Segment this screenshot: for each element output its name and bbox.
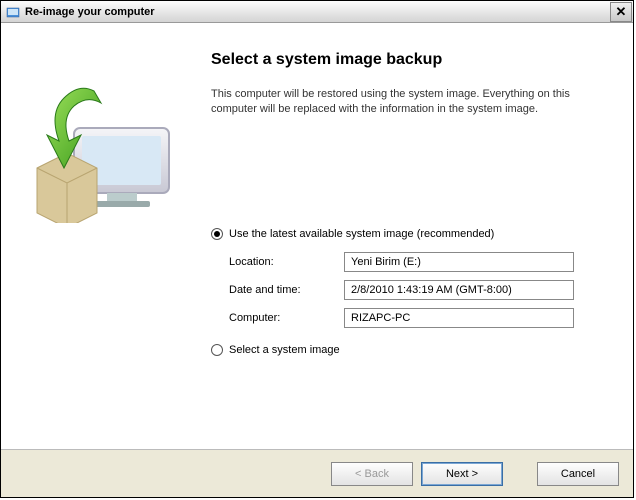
close-icon: ✕ <box>616 4 627 20</box>
page-heading: Select a system image backup <box>211 51 613 69</box>
radio-select-indicator <box>211 344 223 356</box>
datetime-label: Date and time: <box>229 284 344 296</box>
page-description: This computer will be restored using the… <box>211 87 613 118</box>
radio-latest-row[interactable]: Use the latest available system image (r… <box>211 228 613 240</box>
wizard-window: Re-image your computer ✕ <box>0 0 634 498</box>
cancel-button[interactable]: Cancel <box>537 462 619 486</box>
computer-value: RIZAPC-PC <box>344 308 574 328</box>
next-button[interactable]: Next > <box>421 462 503 486</box>
window-title: Re-image your computer <box>25 6 610 18</box>
right-panel: Select a system image backup This comput… <box>201 43 613 439</box>
radio-select-label: Select a system image <box>229 344 340 356</box>
close-button[interactable]: ✕ <box>610 2 632 22</box>
left-panel <box>21 43 201 439</box>
radio-latest-indicator <box>211 228 223 240</box>
app-icon <box>5 4 21 20</box>
location-value: Yeni Birim (E:) <box>344 252 574 272</box>
datetime-row: Date and time: 2/8/2010 1:43:19 AM (GMT-… <box>229 280 613 300</box>
location-label: Location: <box>229 256 344 268</box>
radio-latest-label: Use the latest available system image (r… <box>229 228 494 240</box>
computer-row: Computer: RIZAPC-PC <box>229 308 613 328</box>
computer-label: Computer: <box>229 312 344 324</box>
radio-select-row[interactable]: Select a system image <box>211 344 613 356</box>
restore-image-icon <box>29 73 179 223</box>
datetime-value: 2/8/2010 1:43:19 AM (GMT-8:00) <box>344 280 574 300</box>
content-area: Select a system image backup This comput… <box>1 23 633 449</box>
location-row: Location: Yeni Birim (E:) <box>229 252 613 272</box>
button-bar: < Back Next > Cancel <box>1 449 633 497</box>
back-button[interactable]: < Back <box>331 462 413 486</box>
titlebar: Re-image your computer ✕ <box>1 1 633 23</box>
